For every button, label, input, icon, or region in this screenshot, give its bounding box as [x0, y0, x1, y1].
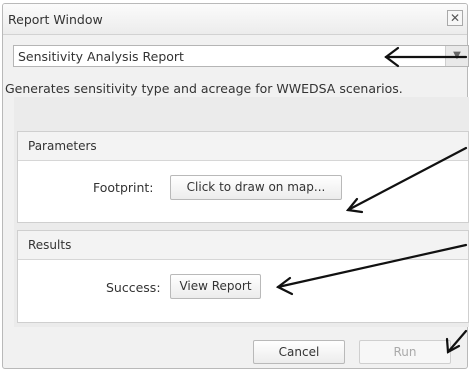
annotation-arrows [275, 46, 468, 354]
arrow-to-run [446, 329, 468, 354]
arrow-to-draw-button [346, 146, 468, 212]
arrow-to-view-report [276, 243, 468, 289]
